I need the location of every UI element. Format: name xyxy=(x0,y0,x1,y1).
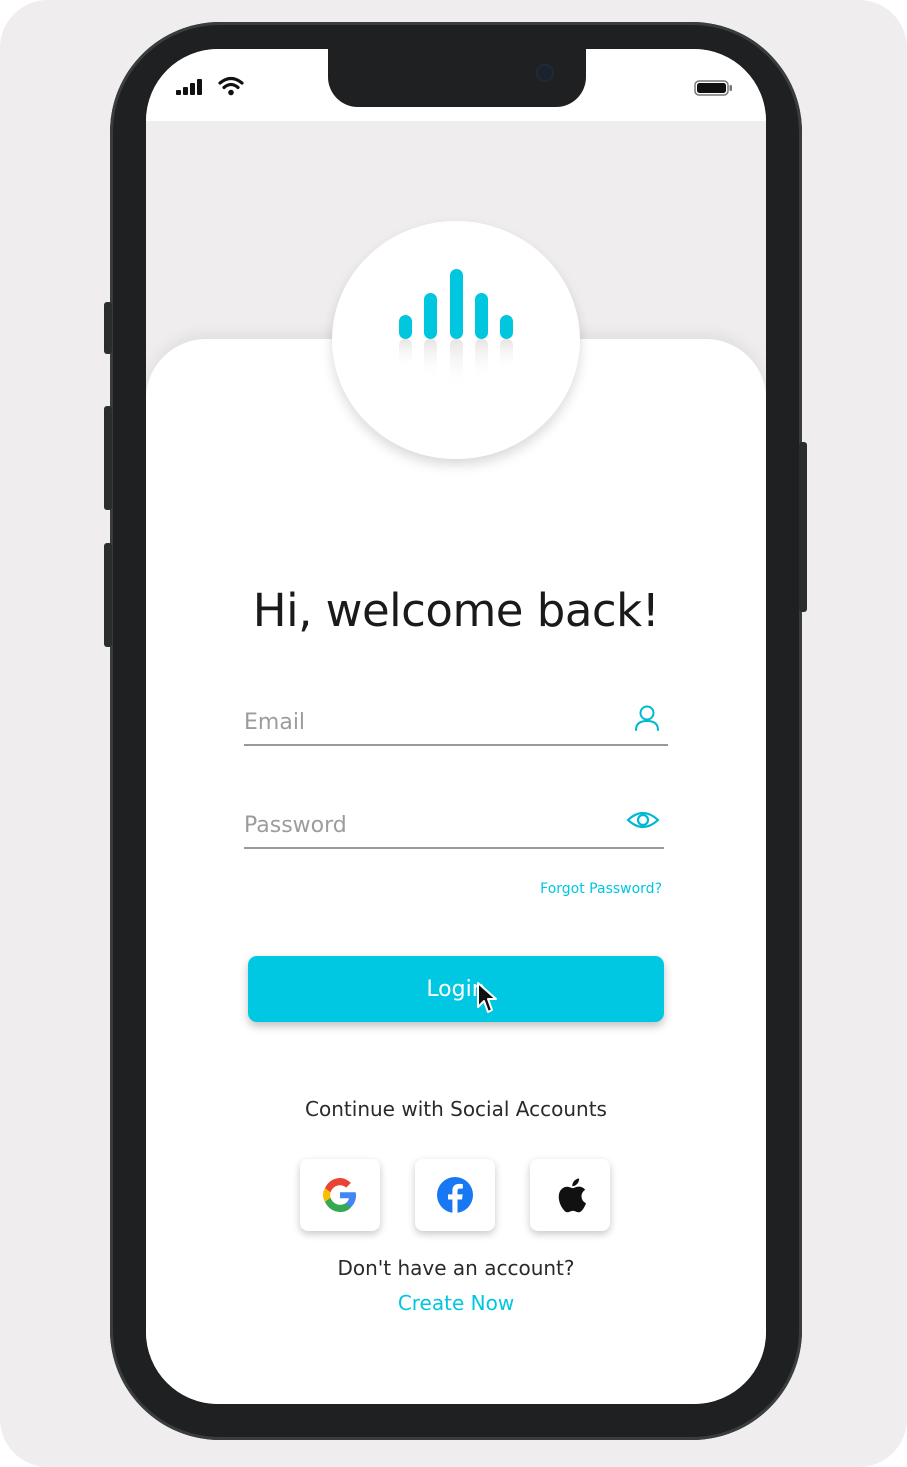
notch xyxy=(328,49,586,107)
eye-icon[interactable] xyxy=(626,807,660,833)
signal-icon xyxy=(176,79,202,95)
google-login-button[interactable] xyxy=(300,1159,380,1231)
login-card xyxy=(146,339,766,1404)
mute-switch xyxy=(104,302,112,354)
phone-screen: Hi, welcome back! Email Password Forgot … xyxy=(146,49,766,1404)
social-accounts-title: Continue with Social Accounts xyxy=(305,1097,607,1121)
welcome-heading: Hi, welcome back! xyxy=(252,584,660,637)
password-field[interactable]: Password xyxy=(244,807,664,849)
forgot-password-link[interactable]: Forgot Password? xyxy=(474,881,662,897)
facebook-icon xyxy=(437,1177,473,1213)
no-account-text: Don't have an account? xyxy=(337,1256,575,1280)
wifi-icon xyxy=(218,76,244,96)
front-camera xyxy=(538,66,552,80)
user-icon xyxy=(635,705,659,731)
facebook-login-button[interactable] xyxy=(415,1159,495,1231)
login-button[interactable]: Login xyxy=(248,956,664,1022)
sound-wave-logo-icon xyxy=(399,269,513,389)
email-placeholder: Email xyxy=(244,710,306,735)
power-button xyxy=(799,442,807,612)
volume-up-button xyxy=(104,406,112,510)
status-bar xyxy=(146,49,766,121)
apple-login-button[interactable] xyxy=(530,1159,610,1231)
app-logo xyxy=(332,221,580,459)
google-icon xyxy=(323,1178,356,1212)
volume-down-button xyxy=(104,543,112,647)
battery-icon xyxy=(694,80,732,96)
email-field[interactable]: Email xyxy=(244,704,668,746)
password-placeholder: Password xyxy=(244,813,347,838)
create-account-link[interactable]: Create Now xyxy=(146,1291,766,1315)
mouse-pointer-icon xyxy=(477,982,497,1013)
apple-icon xyxy=(558,1178,586,1213)
